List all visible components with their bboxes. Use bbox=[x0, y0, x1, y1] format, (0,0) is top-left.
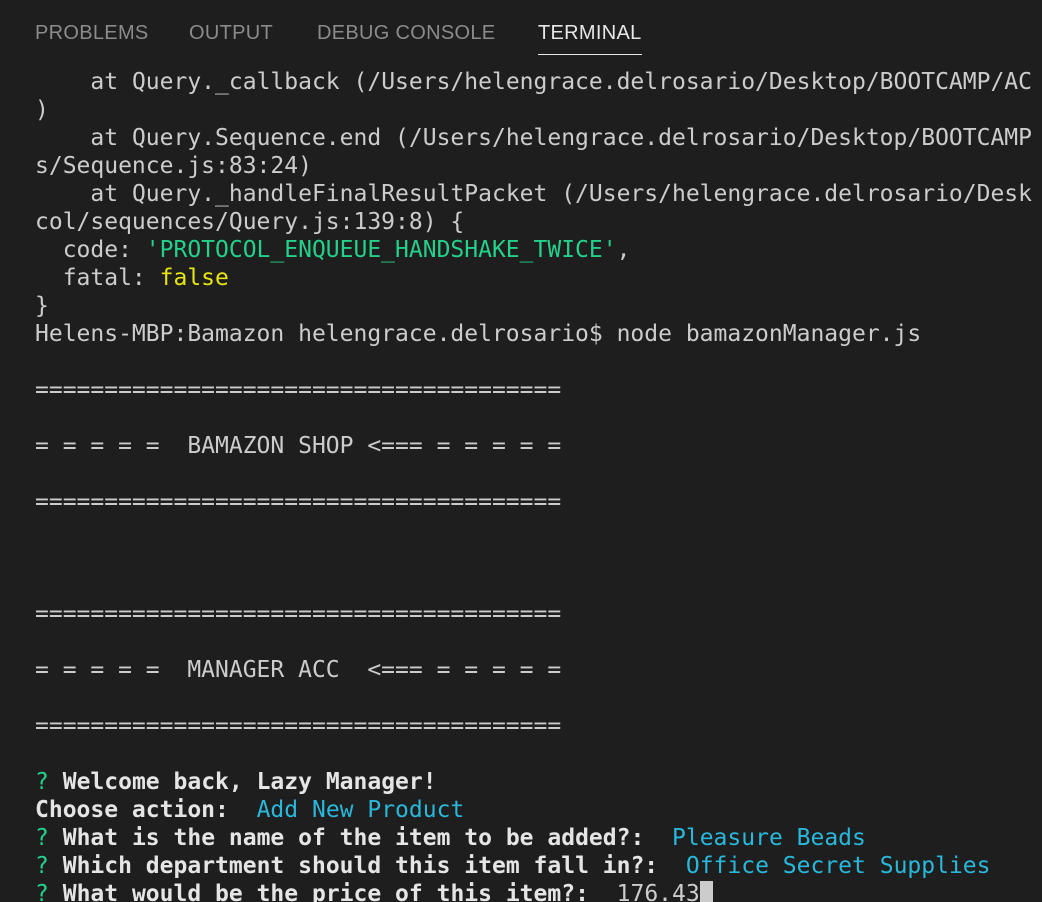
welcome-line: ? Welcome back, Lazy Manager! bbox=[35, 768, 1042, 796]
stack-trace-line: at Query._callback (/Users/helengrace.de… bbox=[35, 68, 1042, 96]
tab-problems[interactable]: PROBLEMS bbox=[35, 20, 149, 46]
manager-banner: = = = = = MANAGER ACC <=== = = = = = bbox=[35, 657, 562, 683]
trace-text: ) bbox=[35, 97, 49, 123]
manager-banner-line: = = = = = MANAGER ACC <=== = = = = = bbox=[35, 656, 1042, 684]
trace-text: at Query._callback (/Users/helengrace.de… bbox=[62, 69, 1033, 95]
stack-trace-line: col/sequences/Query.js:139:8) { bbox=[35, 208, 1042, 236]
error-code-key: code: bbox=[35, 237, 146, 263]
divider-line: ====================================== bbox=[35, 376, 1042, 404]
trace-text: at Query._handleFinalResultPacket (/User… bbox=[62, 181, 1033, 207]
tab-output[interactable]: OUTPUT bbox=[189, 20, 273, 46]
error-code-line: code: 'PROTOCOL_ENQUEUE_HANDSHAKE_TWICE'… bbox=[35, 236, 1042, 264]
stack-trace-line: ) bbox=[35, 96, 1042, 124]
question-line-active: ? What would be the price of this item?:… bbox=[35, 880, 1042, 902]
question-label: Which department should this item fall i… bbox=[62, 853, 659, 879]
divider: ====================================== bbox=[35, 713, 562, 739]
close-brace: } bbox=[35, 293, 49, 319]
stack-trace-line: at Query.Sequence.end (/Users/helengrace… bbox=[35, 124, 1042, 152]
question-line: ? What is the name of the item to be add… bbox=[35, 824, 1042, 852]
error-fatal-line: fatal: false bbox=[35, 264, 1042, 292]
answer-value: Office Secret Supplies bbox=[685, 853, 991, 879]
question-label: What would be the price of this item?: bbox=[62, 881, 589, 902]
choose-action-line: Choose action: Add New Product bbox=[35, 796, 1042, 824]
shop-banner-line: = = = = = BAMAZON SHOP <=== = = = = = bbox=[35, 432, 1042, 460]
panel-tab-bar: PROBLEMS OUTPUT DEBUG CONSOLE TERMINAL bbox=[0, 0, 1042, 62]
close-brace-line: } bbox=[35, 292, 1042, 320]
tab-terminal[interactable]: TERMINAL bbox=[538, 20, 642, 55]
question-label: What is the name of the item to be added… bbox=[62, 825, 645, 851]
answer-value: Pleasure Beads bbox=[672, 825, 866, 851]
stack-trace-line: at Query._handleFinalResultPacket (/User… bbox=[35, 180, 1042, 208]
shop-banner: = = = = = BAMAZON SHOP <=== = = = = = bbox=[35, 433, 562, 459]
error-fatal-key: fatal: bbox=[35, 265, 160, 291]
question-line: ? Which department should this item fall… bbox=[35, 852, 1042, 880]
divider-line: ====================================== bbox=[35, 600, 1042, 628]
divider: ====================================== bbox=[35, 377, 562, 403]
question-mark-icon: ? bbox=[35, 769, 49, 795]
shell-prompt-line: Helens-MBP:Bamazon helengrace.delrosario… bbox=[35, 320, 1042, 348]
stack-trace-line: s/Sequence.js:83:24) bbox=[35, 152, 1042, 180]
error-fatal-value: false bbox=[159, 265, 229, 291]
trace-text: at Query.Sequence.end (/Users/helengrace… bbox=[62, 125, 1033, 151]
question-mark-icon: ? bbox=[35, 825, 49, 851]
shell-prompt: Helens-MBP:Bamazon helengrace.delrosario… bbox=[35, 321, 922, 347]
divider-line: ====================================== bbox=[35, 488, 1042, 516]
divider: ====================================== bbox=[35, 489, 562, 515]
trace-text: col/sequences/Query.js:139:8) { bbox=[35, 209, 465, 235]
divider: ====================================== bbox=[35, 601, 562, 627]
terminal-output[interactable]: at Query._callback (/Users/helengrace.de… bbox=[35, 68, 1042, 902]
comma: , bbox=[616, 237, 631, 263]
choose-action-label: Choose action: bbox=[35, 797, 229, 823]
question-mark-icon: ? bbox=[35, 853, 49, 879]
error-code-value: 'PROTOCOL_ENQUEUE_HANDSHAKE_TWICE' bbox=[145, 237, 617, 263]
tab-debug-console[interactable]: DEBUG CONSOLE bbox=[317, 20, 495, 46]
choose-action-value: Add New Product bbox=[256, 797, 465, 823]
welcome-message: Welcome back, Lazy Manager! bbox=[62, 769, 437, 795]
cursor-block bbox=[699, 881, 713, 902]
question-mark-icon: ? bbox=[35, 881, 49, 902]
trace-text: s/Sequence.js:83:24) bbox=[35, 153, 312, 179]
divider-line: ====================================== bbox=[35, 712, 1042, 740]
price-input[interactable]: 176.43 bbox=[617, 881, 700, 902]
